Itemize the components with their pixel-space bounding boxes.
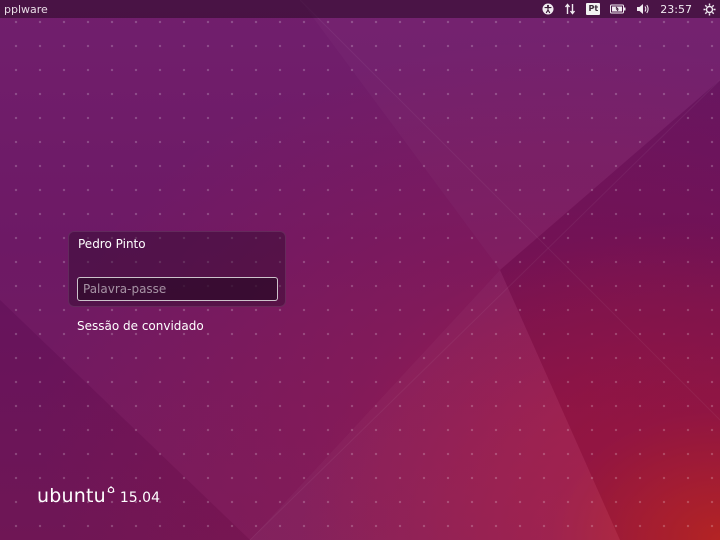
ubuntu-version: 15.04 bbox=[119, 490, 160, 506]
guest-session-link[interactable]: Sessão de convidado bbox=[77, 319, 204, 333]
accessibility-icon[interactable] bbox=[542, 0, 554, 18]
indicator-area: Pt 23:57 bbox=[537, 0, 720, 18]
clock[interactable]: 23:57 bbox=[660, 3, 692, 16]
top-panel: pplware Pt 23:57 bbox=[0, 0, 720, 18]
ubuntu-circle-of-friends-icon bbox=[107, 479, 115, 498]
hostname-label: pplware bbox=[4, 2, 48, 16]
login-box: Pedro Pinto bbox=[68, 231, 286, 307]
ubuntu-branding: ubuntu 15.04 bbox=[37, 485, 160, 507]
volume-icon[interactable] bbox=[636, 0, 650, 18]
keyboard-layout-label: Pt bbox=[586, 3, 601, 15]
ubuntu-logo-text: ubuntu bbox=[37, 485, 106, 507]
power-icon[interactable] bbox=[703, 0, 716, 18]
user-name[interactable]: Pedro Pinto bbox=[78, 237, 146, 251]
battery-icon[interactable] bbox=[610, 0, 626, 18]
password-input[interactable] bbox=[77, 277, 278, 301]
network-icon[interactable] bbox=[564, 0, 576, 18]
keyboard-layout-indicator[interactable]: Pt bbox=[586, 0, 601, 18]
